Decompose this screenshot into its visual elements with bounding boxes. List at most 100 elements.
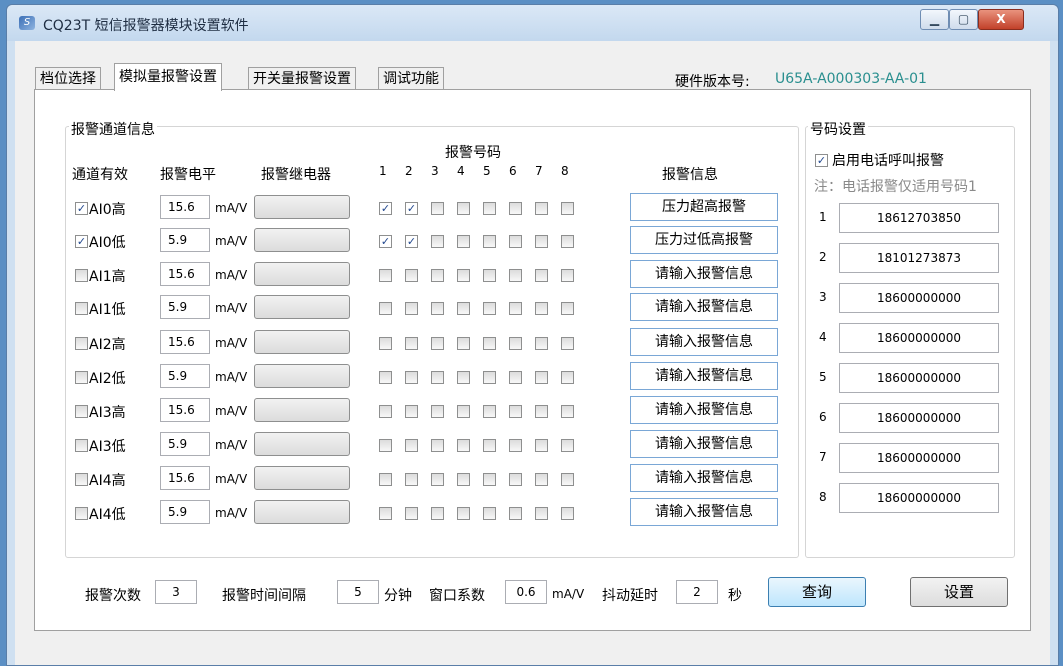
alarm-info-input[interactable]: 请输入报警信息 — [630, 293, 778, 321]
relay-select[interactable] — [254, 195, 350, 219]
phone-number-input[interactable]: 18600000000 — [839, 483, 999, 513]
alarm-number-checkbox[interactable] — [379, 507, 392, 520]
alarm-number-checkbox[interactable] — [431, 269, 444, 282]
alarm-number-checkbox[interactable] — [405, 507, 418, 520]
alarm-number-checkbox[interactable] — [509, 507, 522, 520]
alarm-number-checkbox[interactable] — [483, 302, 496, 315]
alarm-number-checkbox[interactable] — [431, 405, 444, 418]
interval-input[interactable]: 5 — [337, 580, 379, 604]
alarm-number-checkbox[interactable] — [561, 507, 574, 520]
alarm-number-checkbox[interactable] — [379, 439, 392, 452]
alarm-number-checkbox[interactable] — [561, 202, 574, 215]
tab-debug[interactable]: 调试功能 — [378, 67, 444, 90]
alarm-number-checkbox[interactable] — [561, 439, 574, 452]
alarm-number-checkbox[interactable] — [405, 405, 418, 418]
alarm-number-checkbox[interactable]: ✓ — [379, 202, 392, 215]
alarm-info-input[interactable]: 压力超高报警 — [630, 193, 778, 221]
alarm-level-input[interactable]: 5.9 — [160, 228, 210, 252]
alarm-info-input[interactable]: 请输入报警信息 — [630, 328, 778, 356]
alarm-number-checkbox[interactable] — [535, 507, 548, 520]
alarm-number-checkbox[interactable] — [483, 337, 496, 350]
alarm-number-checkbox[interactable] — [509, 235, 522, 248]
alarm-number-checkbox[interactable] — [457, 371, 470, 384]
alarm-number-checkbox[interactable] — [483, 371, 496, 384]
phone-number-input[interactable]: 18600000000 — [839, 323, 999, 353]
alarm-number-checkbox[interactable] — [457, 439, 470, 452]
alarm-number-checkbox[interactable] — [483, 439, 496, 452]
alarm-number-checkbox[interactable] — [483, 405, 496, 418]
maximize-button[interactable]: ▢ — [949, 9, 978, 30]
alarm-number-checkbox[interactable] — [509, 405, 522, 418]
alarm-number-checkbox[interactable] — [431, 439, 444, 452]
alarm-info-input[interactable]: 请输入报警信息 — [630, 362, 778, 390]
alarm-number-checkbox[interactable] — [509, 439, 522, 452]
channel-enabled-checkbox[interactable] — [75, 269, 88, 282]
alarm-number-checkbox[interactable] — [535, 371, 548, 384]
set-button[interactable]: 设置 — [910, 577, 1008, 607]
window-coef-input[interactable]: 0.6 — [505, 580, 547, 604]
minimize-button[interactable]: ▁ — [920, 9, 949, 30]
alarm-number-checkbox[interactable] — [509, 337, 522, 350]
tab-switch-alarm[interactable]: 开关量报警设置 — [248, 67, 356, 90]
relay-select[interactable] — [254, 295, 350, 319]
alarm-number-checkbox[interactable] — [379, 371, 392, 384]
channel-enabled-checkbox[interactable] — [75, 439, 88, 452]
alarm-level-input[interactable]: 5.9 — [160, 432, 210, 456]
alarm-number-checkbox[interactable] — [431, 371, 444, 384]
alarm-number-checkbox[interactable] — [509, 371, 522, 384]
alarm-number-checkbox[interactable] — [457, 473, 470, 486]
alarm-number-checkbox[interactable] — [379, 473, 392, 486]
alarm-number-checkbox[interactable] — [431, 507, 444, 520]
alarm-number-checkbox[interactable] — [535, 235, 548, 248]
alarm-number-checkbox[interactable] — [457, 269, 470, 282]
alarm-number-checkbox[interactable] — [535, 439, 548, 452]
phone-number-input[interactable]: 18612703850 — [839, 203, 999, 233]
alarm-number-checkbox[interactable] — [431, 302, 444, 315]
alarm-number-checkbox[interactable] — [509, 202, 522, 215]
phone-number-input[interactable]: 18600000000 — [839, 403, 999, 433]
alarm-info-input[interactable]: 请输入报警信息 — [630, 396, 778, 424]
alarm-number-checkbox[interactable] — [379, 405, 392, 418]
channel-enabled-checkbox[interactable] — [75, 302, 88, 315]
alarm-number-checkbox[interactable] — [431, 202, 444, 215]
relay-select[interactable] — [254, 398, 350, 422]
relay-select[interactable] — [254, 466, 350, 490]
alarm-number-checkbox[interactable]: ✓ — [379, 235, 392, 248]
relay-select[interactable] — [254, 432, 350, 456]
alarm-number-checkbox[interactable] — [483, 473, 496, 486]
alarm-number-checkbox[interactable] — [535, 405, 548, 418]
alarm-number-checkbox[interactable] — [535, 337, 548, 350]
alarm-level-input[interactable]: 15.6 — [160, 398, 210, 422]
alarm-info-input[interactable]: 请输入报警信息 — [630, 260, 778, 288]
alarm-level-input[interactable]: 15.6 — [160, 262, 210, 286]
alarm-number-checkbox[interactable] — [457, 507, 470, 520]
alarm-number-checkbox[interactable] — [405, 337, 418, 350]
phone-number-input[interactable]: 18600000000 — [839, 283, 999, 313]
alarm-number-checkbox[interactable] — [561, 302, 574, 315]
phone-number-input[interactable]: 18600000000 — [839, 363, 999, 393]
phone-number-input[interactable]: 18101273873 — [839, 243, 999, 273]
alarm-number-checkbox[interactable] — [561, 269, 574, 282]
alarm-number-checkbox[interactable] — [483, 269, 496, 282]
alarm-number-checkbox[interactable] — [561, 235, 574, 248]
alarm-info-input[interactable]: 请输入报警信息 — [630, 430, 778, 458]
title-bar[interactable]: S CQ23T 短信报警器模块设置软件 ▁ ▢ X — [7, 5, 1058, 41]
alarm-number-checkbox[interactable] — [379, 302, 392, 315]
relay-select[interactable] — [254, 262, 350, 286]
alarm-number-checkbox[interactable] — [535, 473, 548, 486]
alarm-number-checkbox[interactable] — [379, 269, 392, 282]
alarm-number-checkbox[interactable]: ✓ — [405, 202, 418, 215]
phone-number-input[interactable]: 18600000000 — [839, 443, 999, 473]
relay-select[interactable] — [254, 228, 350, 252]
alarm-number-checkbox[interactable] — [379, 337, 392, 350]
alarm-number-checkbox[interactable] — [483, 202, 496, 215]
tab-analog-alarm[interactable]: 模拟量报警设置 — [114, 63, 222, 91]
alarm-level-input[interactable]: 15.6 — [160, 330, 210, 354]
alarm-number-checkbox[interactable] — [509, 302, 522, 315]
debounce-input[interactable]: 2 — [676, 580, 718, 604]
alarm-number-checkbox[interactable] — [509, 269, 522, 282]
alarm-number-checkbox[interactable] — [483, 507, 496, 520]
alarm-number-checkbox[interactable] — [431, 235, 444, 248]
channel-enabled-checkbox[interactable]: ✓ — [75, 202, 88, 215]
alarm-number-checkbox[interactable] — [431, 337, 444, 350]
